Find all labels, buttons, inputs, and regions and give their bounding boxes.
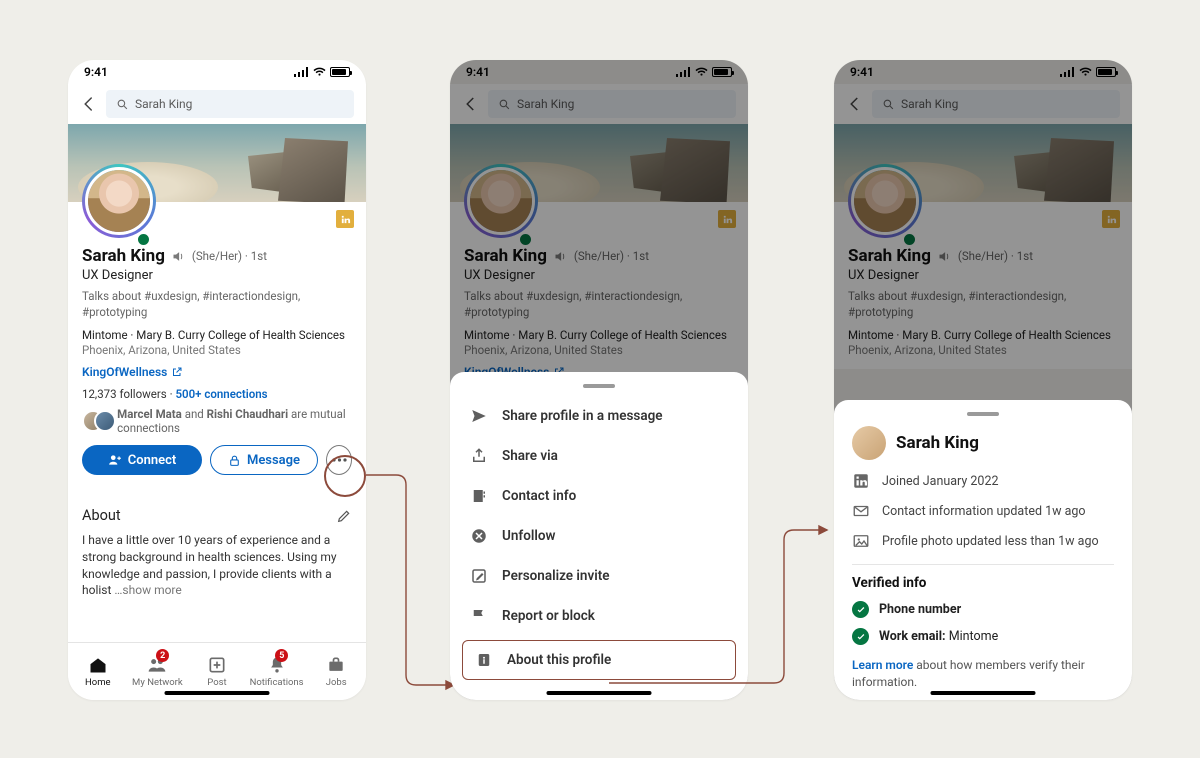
divider (852, 564, 1114, 565)
menu-contact-info[interactable]: Contact info (450, 476, 748, 516)
avatar[interactable] (82, 164, 156, 238)
next-card-peek (68, 619, 366, 627)
cellular-icon (294, 67, 309, 77)
search-value: Sarah King (135, 97, 192, 111)
speaker-icon[interactable] (171, 249, 186, 264)
home-indicator (165, 691, 270, 695)
edit-icon[interactable] (336, 508, 352, 524)
linkedin-icon (852, 472, 870, 490)
message-button[interactable]: Message (210, 445, 318, 475)
talks-about: Talks about #uxdesign, #interactiondesig… (82, 289, 352, 320)
lock-icon (228, 454, 241, 467)
status-icons (294, 67, 350, 77)
home-icon (88, 655, 108, 675)
verified-work-email: Work email: Mintome (852, 628, 1114, 645)
about-sheet-name: Sarah King (896, 433, 979, 453)
linkedin-badge-icon (336, 210, 354, 228)
menu-personalize-invite[interactable]: Personalize invite (450, 556, 748, 596)
about-title: About (82, 507, 121, 524)
ellipsis-icon (332, 458, 347, 462)
connect-button[interactable]: Connect (82, 445, 202, 475)
profile-header: Sarah King (She/Her) · 1st UX Designer T… (68, 202, 366, 487)
status-time: 9:41 (84, 65, 108, 79)
website-link[interactable]: KingOfWellness (82, 365, 352, 379)
followers: 12,373 followers · 500+ connections (82, 387, 352, 401)
briefcase-icon (326, 655, 346, 675)
flag-icon (470, 607, 488, 625)
wifi-icon (313, 67, 326, 77)
menu-report-block[interactable]: Report or block (450, 596, 748, 636)
contact-icon (470, 487, 488, 505)
external-link-icon (171, 366, 183, 378)
phone-profile: 9:41 Sarah King Sarah King (She/Her) · (68, 60, 366, 700)
image-icon (852, 532, 870, 550)
profile-name: Sarah King (82, 246, 165, 266)
menu-about-this-profile[interactable]: About this profile (462, 640, 736, 680)
location: Phoenix, Arizona, United States (82, 343, 352, 357)
about-card: About I have a little over 10 years of e… (68, 495, 366, 611)
send-icon (470, 407, 488, 425)
learn-more-link[interactable]: Learn more (852, 658, 913, 672)
compose-icon (470, 567, 488, 585)
pronouns: (She/Her) · 1st (192, 249, 267, 263)
mail-icon (852, 502, 870, 520)
mutual-connections[interactable]: Marcel Mata and Rishi Chaudhari are mutu… (82, 407, 352, 435)
learn-more-text: Learn more about how members verify thei… (852, 657, 1114, 691)
verified-title: Verified info (852, 575, 1114, 591)
connections-link[interactable]: 500+ connections (175, 387, 267, 401)
joined-row: Joined January 2022 (852, 472, 1114, 490)
battery-icon (330, 67, 350, 77)
share-icon (470, 447, 488, 465)
profile-name-row: Sarah King (She/Her) · 1st (82, 246, 352, 266)
action-sheet: Share profile in a message Share via Con… (450, 372, 748, 700)
menu-unfollow[interactable]: Unfollow (450, 516, 748, 556)
home-indicator (931, 691, 1036, 695)
back-icon[interactable] (80, 95, 98, 113)
sheet-grip[interactable] (967, 412, 999, 416)
person-plus-icon (108, 453, 122, 467)
show-more-link[interactable]: …show more (111, 583, 181, 597)
contact-updated-row: Contact information updated 1w ago (852, 502, 1114, 520)
info-icon (475, 651, 493, 669)
verified-phone: Phone number (852, 601, 1114, 618)
mutual-avatars (82, 410, 109, 432)
phone-menu: 9:41 Sarah King Sarah King(She/Her) · 1s… (450, 60, 748, 700)
search-row: Sarah King (68, 84, 366, 124)
sheet-grip[interactable] (583, 384, 615, 388)
menu-share-message[interactable]: Share profile in a message (450, 396, 748, 436)
about-body: I have a little over 10 years of experie… (82, 532, 352, 599)
unfollow-icon (470, 527, 488, 545)
check-icon (852, 628, 869, 645)
tab-jobs[interactable]: Jobs (306, 643, 366, 700)
home-indicator (547, 691, 652, 695)
phone-about-profile: 9:41 Sarah King Sarah King(She/Her) · 1s… (834, 60, 1132, 700)
search-input[interactable]: Sarah King (106, 90, 354, 118)
search-icon (116, 98, 129, 111)
company-line: Mintome · Mary B. Curry College of Healt… (82, 328, 352, 342)
headline: UX Designer (82, 268, 352, 283)
tab-home[interactable]: Home (68, 643, 128, 700)
post-icon (207, 655, 227, 675)
presence-indicator (135, 231, 152, 248)
about-sheet-header: Sarah King (852, 426, 1114, 460)
status-bar: 9:41 (68, 60, 366, 84)
check-icon (852, 601, 869, 618)
photo-updated-row: Profile photo updated less than 1w ago (852, 532, 1114, 550)
more-button[interactable] (326, 445, 352, 475)
avatar-small (852, 426, 886, 460)
menu-share-via[interactable]: Share via (450, 436, 748, 476)
about-profile-sheet: Sarah King Joined January 2022 Contact i… (834, 400, 1132, 700)
